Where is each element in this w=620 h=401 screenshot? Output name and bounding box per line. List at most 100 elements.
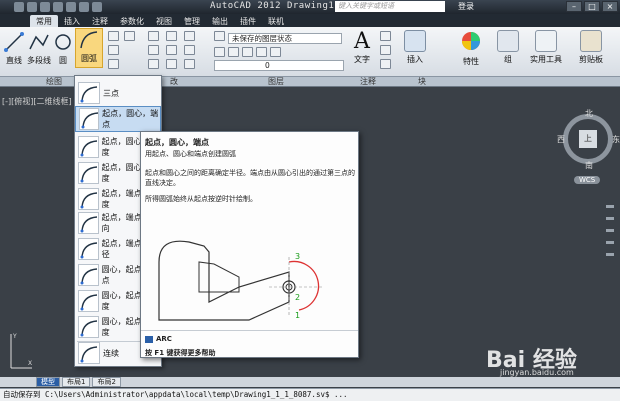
maximize-icon[interactable]: □ bbox=[584, 1, 600, 12]
arc-menu-item[interactable]: 三点 bbox=[75, 80, 161, 106]
viewcube-east[interactable]: 东 bbox=[612, 134, 620, 145]
layer-tools-row bbox=[214, 47, 354, 58]
ribbon-tab[interactable]: 输出 bbox=[206, 15, 234, 27]
command-line[interactable]: 自动保存到 C:\Users\Administrator\appdata\loc… bbox=[0, 388, 620, 401]
nav-showmotion-icon[interactable] bbox=[606, 253, 614, 256]
move-icon[interactable] bbox=[148, 31, 159, 41]
layout-tab[interactable]: 布局1 bbox=[62, 377, 91, 387]
ribbon-tab[interactable]: 管理 bbox=[178, 15, 206, 27]
ribbon-panel: 直线 多段线 圆 圆弧 未保存的图层状态 0 A 文字 插入 特性 组 实用工具… bbox=[0, 27, 620, 77]
layer-state-select[interactable]: 未保存的图层状态 bbox=[228, 33, 342, 44]
search-input[interactable]: 键入关键字或短语 bbox=[335, 1, 445, 12]
annotation-group-label[interactable]: 注释 bbox=[360, 77, 376, 87]
nav-zoom-icon[interactable] bbox=[606, 217, 614, 220]
new-icon[interactable] bbox=[27, 2, 37, 12]
ribbon-tab[interactable]: 视图 bbox=[150, 15, 178, 27]
undo-icon[interactable] bbox=[66, 2, 76, 12]
quick-access-toolbar[interactable] bbox=[14, 2, 102, 12]
layer-properties-icon[interactable] bbox=[214, 31, 225, 41]
scale-icon[interactable] bbox=[166, 59, 177, 69]
open-icon[interactable] bbox=[40, 2, 50, 12]
nav-orbit-icon[interactable] bbox=[606, 229, 614, 232]
trim-icon[interactable] bbox=[184, 31, 195, 41]
draw-group-label[interactable]: 绘图 bbox=[46, 77, 62, 87]
dimension-icon[interactable] bbox=[380, 31, 391, 41]
layer-group-label[interactable]: 图层 bbox=[268, 77, 284, 87]
array-icon[interactable] bbox=[184, 59, 195, 69]
redo-icon[interactable] bbox=[79, 2, 89, 12]
arc-illustration: 3 2 1 bbox=[158, 240, 324, 321]
arc-button[interactable]: 圆弧 bbox=[75, 28, 103, 68]
hatch-icon[interactable] bbox=[108, 45, 119, 55]
region-icon[interactable] bbox=[108, 59, 119, 69]
ribbon-tab[interactable]: 插件 bbox=[234, 15, 262, 27]
text-button[interactable]: A 文字 bbox=[350, 30, 374, 65]
layer-icon-4[interactable] bbox=[256, 47, 267, 57]
polyline-button[interactable]: 多段线 bbox=[27, 31, 51, 66]
arc-variant-icon bbox=[78, 264, 99, 286]
viewcube-north[interactable]: 北 bbox=[585, 108, 593, 119]
ribbon-tab[interactable]: 插入 bbox=[58, 15, 86, 27]
arc-menu-label: 连续 bbox=[103, 348, 119, 358]
ribbon-tab[interactable]: 注释 bbox=[86, 15, 114, 27]
polyline-icon bbox=[29, 34, 49, 50]
current-layer-select[interactable]: 0 bbox=[214, 60, 344, 71]
nav-wheel-icon[interactable] bbox=[606, 241, 614, 244]
tooltip-title: 起点，圆心，端点 bbox=[145, 138, 209, 147]
rotate-icon[interactable] bbox=[166, 31, 177, 41]
minimize-icon[interactable]: – bbox=[566, 1, 582, 12]
layer-icon-5[interactable] bbox=[270, 47, 281, 57]
svg-text:Y: Y bbox=[12, 333, 17, 340]
arc-point-label: 1 bbox=[295, 311, 300, 320]
table-icon[interactable] bbox=[380, 59, 391, 69]
svg-text:X: X bbox=[28, 360, 32, 367]
save-icon[interactable] bbox=[53, 2, 63, 12]
layer-icon-3[interactable] bbox=[242, 47, 253, 57]
circle-button[interactable]: 圆 bbox=[54, 31, 72, 66]
line-button[interactable]: 直线 bbox=[2, 31, 26, 66]
navigation-bar[interactable] bbox=[606, 205, 614, 295]
insert-block-button[interactable]: 插入 bbox=[403, 30, 427, 65]
properties-button[interactable]: 特性 bbox=[458, 30, 484, 67]
layout-tab[interactable]: 布局2 bbox=[92, 377, 121, 387]
arc-menu-item[interactable]: 起点，圆心，端点 bbox=[75, 106, 161, 132]
mirror-icon[interactable] bbox=[166, 45, 177, 55]
utilities-button[interactable]: 实用工具 bbox=[528, 30, 564, 65]
ribbon-tab[interactable]: 常用 bbox=[30, 15, 58, 27]
viewport-label[interactable]: [-][俯视][二维线框] bbox=[2, 96, 72, 107]
stretch-icon[interactable] bbox=[148, 59, 159, 69]
rectangle-icon[interactable] bbox=[108, 31, 119, 41]
close-icon[interactable]: × bbox=[602, 1, 618, 12]
draw-dropdown-icon[interactable] bbox=[124, 31, 135, 41]
color-wheel-icon bbox=[462, 32, 480, 50]
layer-icon-2[interactable] bbox=[228, 47, 239, 57]
fillet-icon[interactable] bbox=[184, 45, 195, 55]
arc-point-label: 2 bbox=[295, 293, 300, 302]
arc-variant-icon bbox=[78, 136, 99, 158]
arc-variant-icon bbox=[79, 108, 100, 130]
modify-group-label[interactable]: 改 bbox=[170, 77, 178, 87]
ucs-icon: Y X bbox=[10, 333, 32, 369]
clipboard-button[interactable]: 剪贴板 bbox=[574, 30, 608, 65]
block-group-label[interactable]: 块 bbox=[418, 77, 426, 87]
wcs-menu[interactable]: WCS bbox=[574, 176, 601, 184]
layout-tab[interactable]: 模型 bbox=[36, 377, 60, 387]
leader-icon[interactable] bbox=[380, 45, 391, 55]
copy-icon[interactable] bbox=[148, 45, 159, 55]
ribbon-tab[interactable]: 联机 bbox=[262, 15, 290, 27]
viewcube-south[interactable]: 南 bbox=[585, 160, 593, 171]
arc-variant-icon bbox=[78, 188, 99, 210]
viewcube[interactable]: 上 bbox=[563, 114, 613, 164]
layout-tabs: 模型 布局1 布局2 bbox=[0, 377, 620, 387]
viewcube-west[interactable]: 西 bbox=[557, 134, 565, 145]
group-button[interactable]: 组 bbox=[497, 30, 519, 65]
ribbon-tab[interactable]: 参数化 bbox=[114, 15, 150, 27]
viewcube-face[interactable]: 上 bbox=[579, 130, 597, 148]
arc-variant-icon bbox=[78, 82, 100, 104]
print-icon[interactable] bbox=[92, 2, 102, 12]
app-menu-icon[interactable] bbox=[14, 2, 24, 12]
arc-menu-label: 三点 bbox=[103, 88, 119, 98]
layer-icon-1[interactable] bbox=[214, 47, 225, 57]
login-button[interactable]: 登录 bbox=[458, 1, 474, 12]
nav-pan-icon[interactable] bbox=[606, 205, 614, 208]
